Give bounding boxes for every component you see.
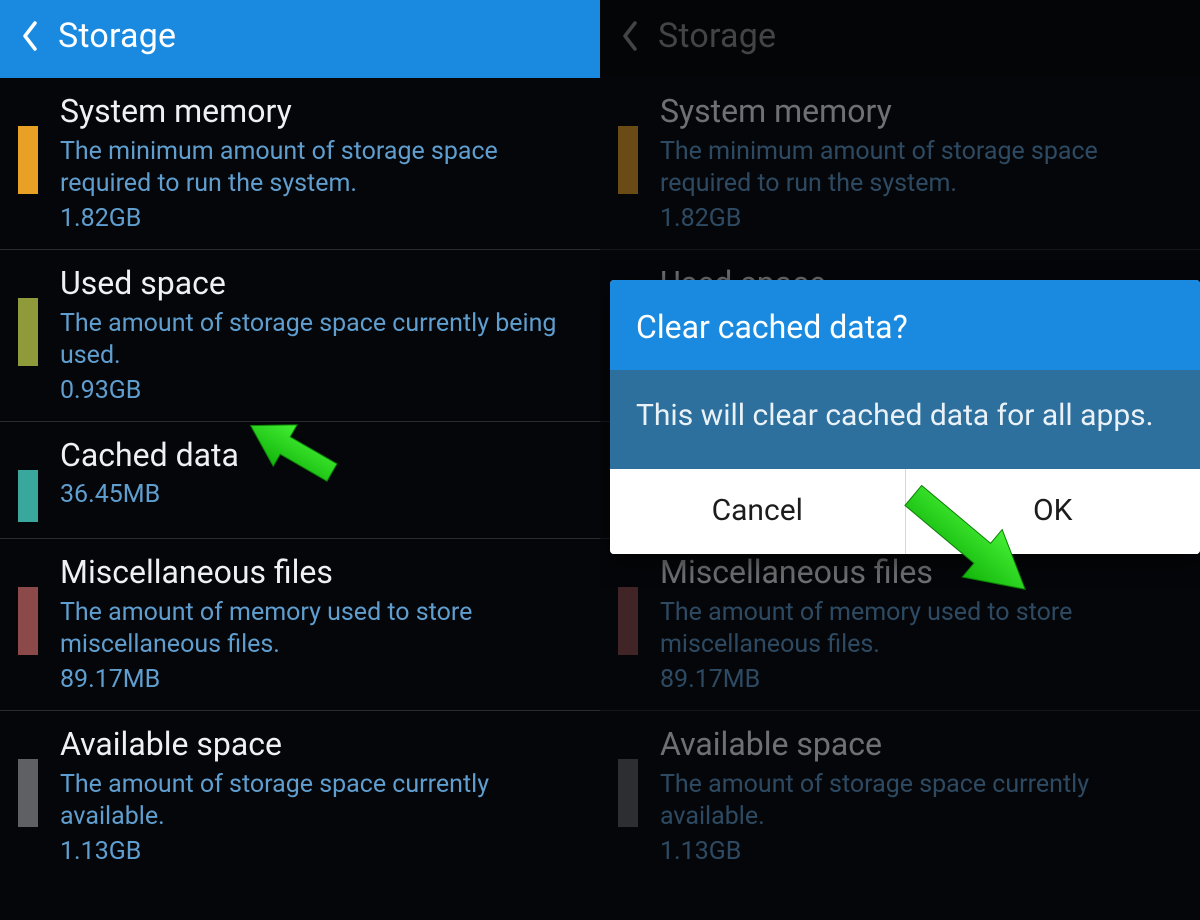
storage-list: System memory The minimum amount of stor… (0, 78, 600, 882)
row-size: 1.13GB (660, 837, 1182, 866)
row-available-space: Available space The amount of storage sp… (600, 711, 1200, 882)
right-panel: Storage System memory The minimum amount… (600, 0, 1200, 920)
row-text: Cached data 36.45MB (60, 436, 582, 509)
row-system-memory[interactable]: System memory The minimum amount of stor… (0, 78, 600, 250)
row-title: System memory (60, 92, 582, 130)
row-size: 36.45MB (60, 480, 582, 509)
left-panel: Storage System memory The minimum amount… (0, 0, 600, 920)
row-text: Used space The amount of storage space c… (60, 264, 582, 405)
row-size: 89.17MB (660, 665, 1182, 694)
page-title: Storage (658, 16, 776, 56)
clear-cache-dialog: Clear cached data? This will clear cache… (610, 280, 1200, 554)
swatch-misc (18, 587, 38, 655)
swatch-misc (618, 587, 638, 655)
dialog-title: Clear cached data? (610, 280, 1200, 370)
row-desc: The amount of storage space currently av… (660, 769, 1182, 833)
app-header: Storage (0, 0, 600, 78)
page-title: Storage (58, 16, 176, 56)
row-misc-files[interactable]: Miscellaneous files The amount of memory… (0, 539, 600, 711)
row-text: System memory The minimum amount of stor… (60, 92, 582, 233)
row-title: Available space (60, 725, 582, 763)
row-misc-files: Miscellaneous files The amount of memory… (600, 539, 1200, 711)
row-desc: The amount of memory used to store misce… (60, 597, 582, 661)
row-title: System memory (660, 92, 1182, 130)
app-header-dimmed: Storage (600, 0, 1200, 78)
dialog-body: This will clear cached data for all apps… (610, 370, 1200, 469)
row-size: 1.82GB (60, 204, 582, 233)
row-size: 1.82GB (660, 204, 1182, 233)
swatch-cached (18, 470, 38, 522)
back-icon (616, 14, 644, 58)
cancel-button[interactable]: Cancel (610, 469, 905, 554)
row-system-memory: System memory The minimum amount of stor… (600, 78, 1200, 250)
dialog-buttons: Cancel OK (610, 469, 1200, 554)
ok-button[interactable]: OK (906, 469, 1200, 554)
row-desc: The minimum amount of storage space requ… (60, 136, 582, 200)
row-size: 1.13GB (60, 837, 582, 866)
row-title: Used space (60, 264, 582, 302)
row-desc: The amount of memory used to store misce… (660, 597, 1182, 661)
row-title: Miscellaneous files (660, 553, 1182, 591)
split-container: Storage System memory The minimum amount… (0, 0, 1200, 920)
row-used-space[interactable]: Used space The amount of storage space c… (0, 250, 600, 422)
swatch-available (618, 759, 638, 827)
row-title: Available space (660, 725, 1182, 763)
swatch-available (18, 759, 38, 827)
swatch-system (618, 126, 638, 194)
swatch-used (18, 298, 38, 366)
row-text: Available space The amount of storage sp… (60, 725, 582, 866)
row-available-space[interactable]: Available space The amount of storage sp… (0, 711, 600, 882)
row-title: Miscellaneous files (60, 553, 582, 591)
row-size: 89.17MB (60, 665, 582, 694)
row-size: 0.93GB (60, 376, 582, 405)
row-desc: The amount of storage space currently av… (60, 769, 582, 833)
swatch-system (18, 126, 38, 194)
row-cached-data[interactable]: Cached data 36.45MB (0, 422, 600, 539)
row-text: Miscellaneous files The amount of memory… (60, 553, 582, 694)
back-icon[interactable] (16, 14, 44, 58)
row-desc: The amount of storage space currently be… (60, 308, 582, 372)
row-title: Cached data (60, 436, 582, 474)
row-desc: The minimum amount of storage space requ… (660, 136, 1182, 200)
